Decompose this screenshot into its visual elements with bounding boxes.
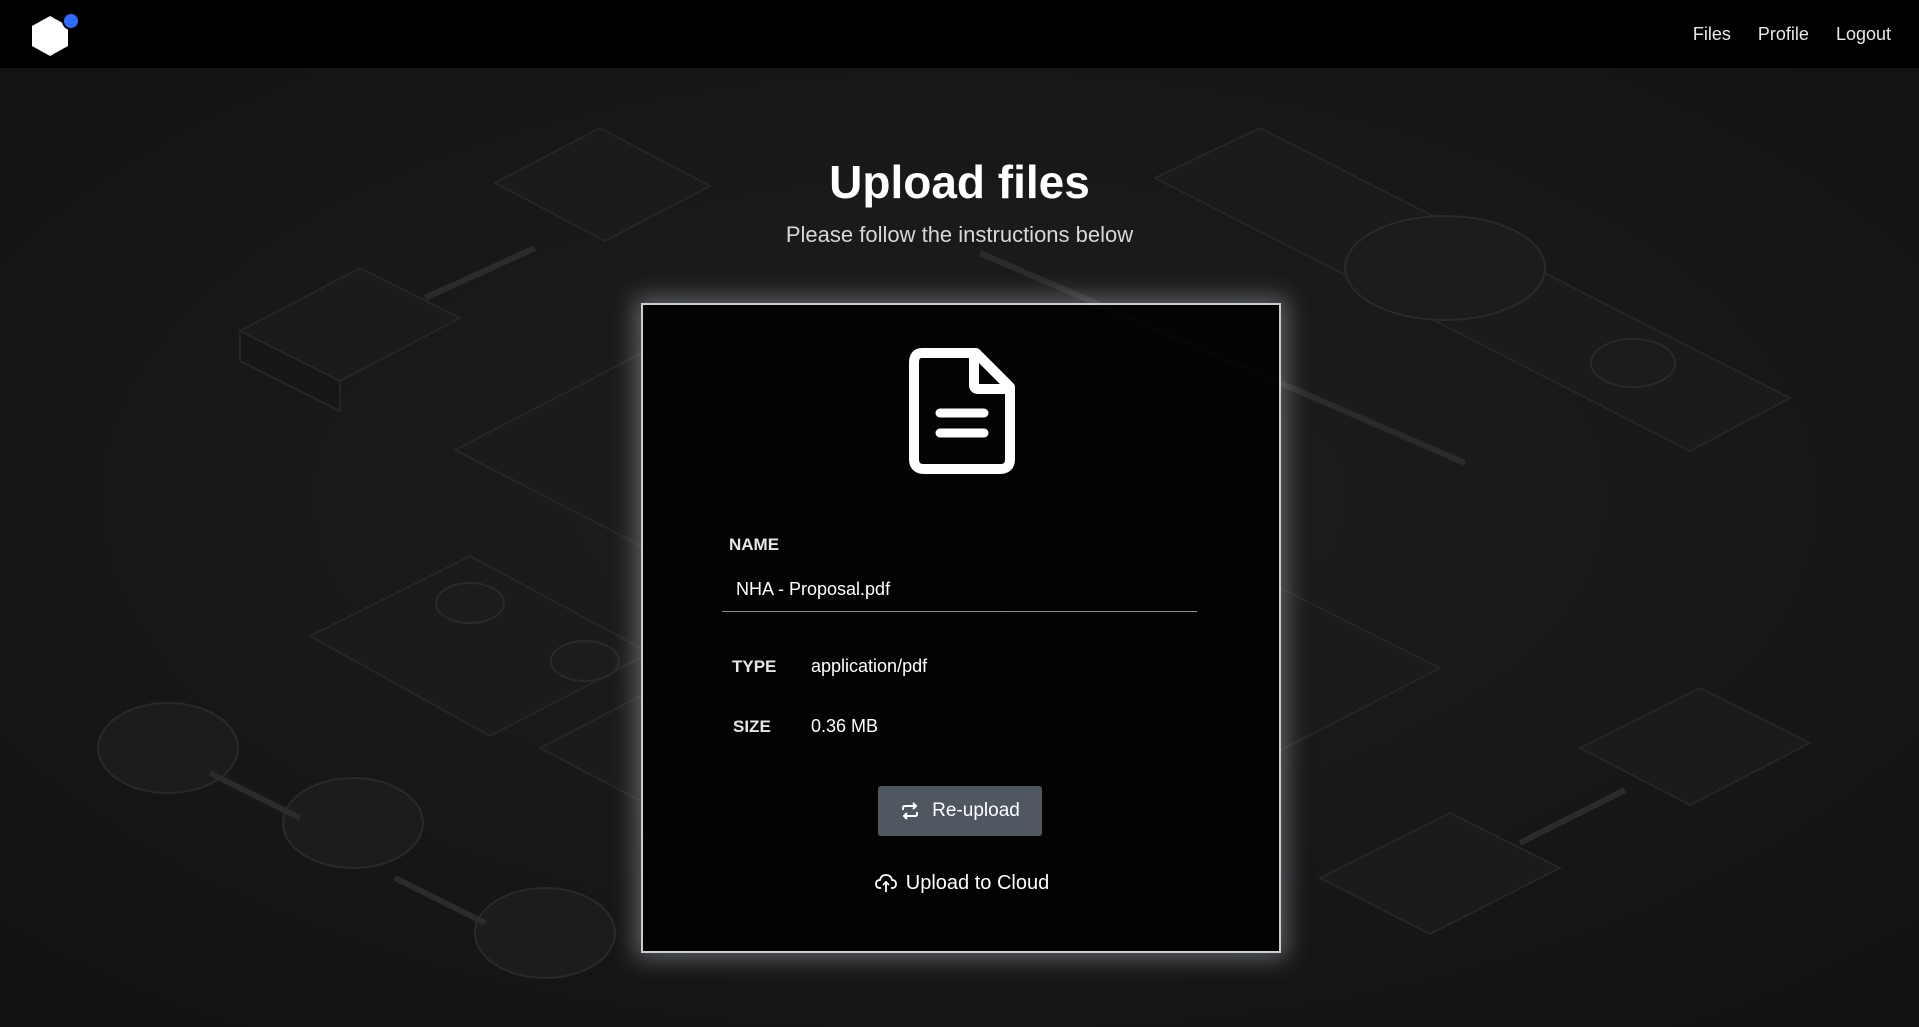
top-navbar: Files Profile Logout (0, 0, 1919, 68)
file-text-icon (909, 348, 1015, 474)
size-value: 0.36 MB (811, 716, 879, 736)
reupload-label: Re-upload (932, 800, 1020, 821)
nav-link-profile[interactable]: Profile (1758, 24, 1809, 45)
upload-to-cloud-label: Upload to Cloud (905, 871, 1050, 894)
nav-link-files[interactable]: Files (1693, 24, 1731, 45)
page-title: Upload files (829, 156, 1090, 208)
size-label: SIZE (733, 717, 771, 736)
name-label: NAME (729, 535, 780, 554)
type-label: TYPE (732, 657, 777, 676)
file-upload-card: NAME TYPE application/pdf SIZE 0.36 MB R… (641, 303, 1281, 953)
upload-to-cloud-button[interactable]: Upload to Cloud (862, 867, 1062, 899)
nav-link-logout[interactable]: Logout (1836, 24, 1891, 45)
repeat-icon (902, 802, 919, 820)
type-value: application/pdf (811, 656, 928, 676)
app-logo[interactable] (30, 12, 82, 58)
file-name-input[interactable] (722, 568, 1197, 612)
page-subtitle: Please follow the instructions below (785, 222, 1134, 247)
reupload-button[interactable]: Re-upload (878, 786, 1042, 836)
cloud-upload-icon (874, 874, 897, 892)
nav-links: Files Profile Logout (1693, 0, 1891, 68)
page: Files Profile Logout Upload files Please… (0, 0, 1919, 1027)
